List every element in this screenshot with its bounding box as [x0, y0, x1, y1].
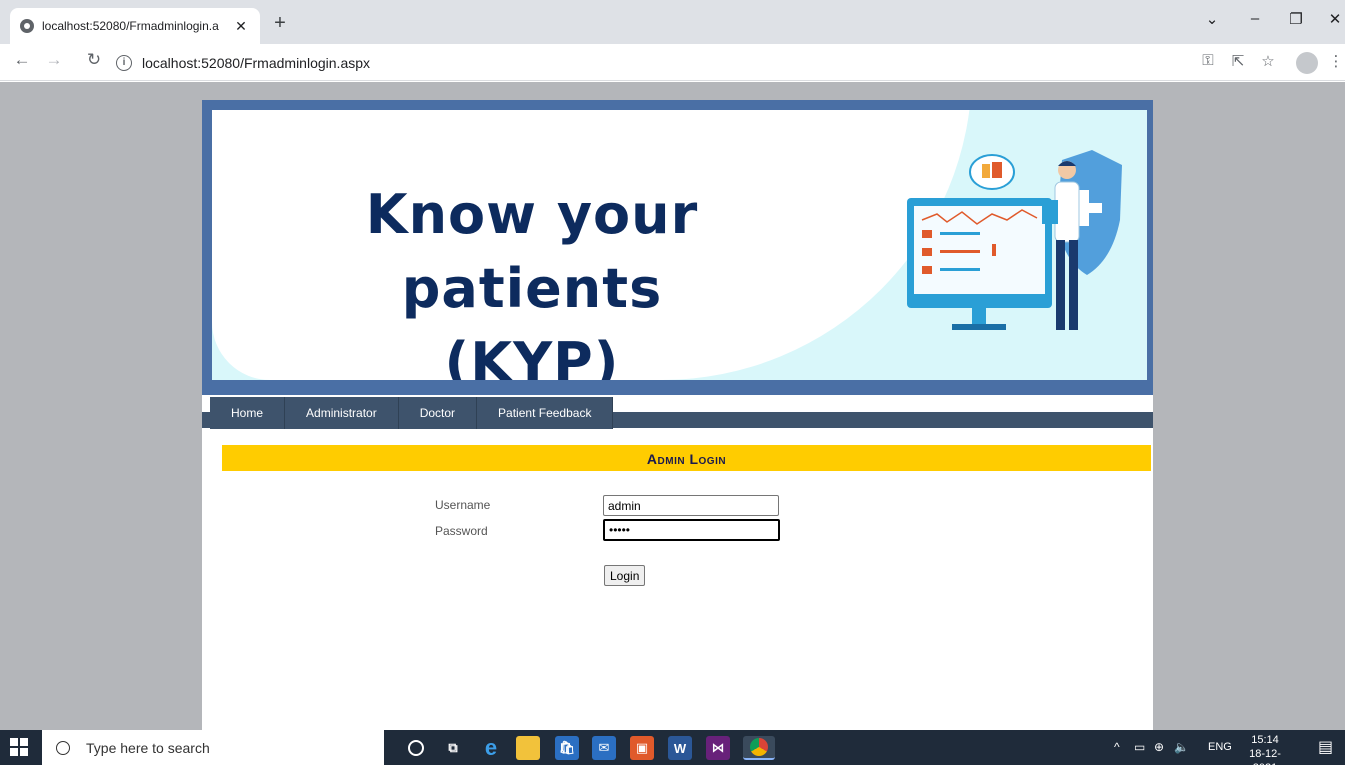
username-label: Username: [435, 498, 491, 512]
tray-arrow-icon[interactable]: ^: [1114, 740, 1120, 754]
share-icon[interactable]: ⇱: [1226, 52, 1250, 70]
tab-search-icon[interactable]: ⌄: [1197, 10, 1227, 28]
nav-home[interactable]: Home: [210, 397, 286, 429]
page-viewport: Know your patients (KYP) Home Administra…: [0, 82, 1345, 730]
username-input[interactable]: [603, 495, 779, 516]
back-icon[interactable]: ←: [10, 50, 34, 70]
site-container: Know your patients (KYP) Home Administra…: [202, 100, 1153, 730]
battery-icon[interactable]: ▭: [1134, 740, 1145, 754]
word-icon[interactable]: W: [668, 736, 692, 760]
password-label: Password: [435, 524, 488, 538]
minimize-icon[interactable]: –: [1240, 10, 1270, 27]
clock[interactable]: 15:14 18-12-2021: [1240, 733, 1290, 765]
nav-doctor[interactable]: Doctor: [398, 397, 478, 429]
browser-tab[interactable]: localhost:52080/Frmadminlogin.a ✕: [10, 8, 260, 44]
login-button[interactable]: Login: [604, 565, 646, 586]
nav-patient-feedback[interactable]: Patient Feedback: [477, 397, 614, 429]
notification-icon[interactable]: ▤: [1318, 737, 1333, 757]
windows-start-icon[interactable]: [10, 738, 30, 758]
browser-toolbar: ← → ↻ i localhost:52080/Frmadminlogin.as…: [0, 44, 1345, 81]
site-title: Know your patients (KYP): [365, 183, 699, 380]
globe-icon: [20, 19, 34, 33]
file-explorer-icon[interactable]: [516, 736, 540, 760]
profile-avatar[interactable]: [1296, 52, 1318, 74]
volume-icon[interactable]: 🔈: [1174, 740, 1189, 754]
restore-icon[interactable]: ❐: [1281, 10, 1311, 28]
network-icon[interactable]: ⊕: [1154, 740, 1164, 754]
new-tab-button[interactable]: +: [268, 12, 292, 35]
language-indicator[interactable]: ENG: [1208, 741, 1232, 753]
url-text: localhost:52080/Frmadminlogin.aspx: [142, 54, 371, 71]
main-nav: Home Administrator Doctor Patient Feedba…: [210, 397, 614, 429]
admin-login-heading: Admin Login: [222, 445, 1151, 471]
close-window-icon[interactable]: ✕: [1320, 10, 1345, 28]
office-icon[interactable]: ▣: [630, 736, 654, 760]
menu-dots-icon[interactable]: ⋮: [1324, 52, 1345, 70]
address-bar[interactable]: i localhost:52080/Frmadminlogin.aspx: [116, 48, 1176, 77]
search-placeholder: Type here to search: [86, 739, 210, 756]
bookmark-star-icon[interactable]: ☆: [1256, 52, 1280, 70]
tab-close-icon[interactable]: ✕: [232, 18, 250, 35]
windows-taskbar: Type here to search ⧉ e 🛍 ✉ ▣ W ⋈ ^ ▭ ⊕ …: [0, 730, 1345, 765]
banner: Know your patients (KYP): [212, 110, 1147, 380]
task-view-icon[interactable]: ⧉: [441, 736, 465, 760]
mail-icon[interactable]: ✉: [592, 736, 616, 760]
browser-tab-strip: localhost:52080/Frmadminlogin.a ✕ + ⌄ – …: [0, 0, 1345, 44]
nav-administrator[interactable]: Administrator: [285, 397, 399, 429]
reload-icon[interactable]: ↻: [82, 50, 106, 70]
forward-icon[interactable]: →: [42, 50, 66, 70]
doctor-illustration: [907, 150, 1122, 330]
banner-frame: Know your patients (KYP): [202, 100, 1153, 395]
store-icon[interactable]: 🛍: [555, 736, 579, 760]
password-input[interactable]: [603, 519, 780, 541]
search-icon: [56, 740, 70, 755]
info-icon[interactable]: i: [116, 54, 132, 71]
edge-icon[interactable]: e: [479, 735, 503, 760]
visual-studio-icon[interactable]: ⋈: [706, 736, 730, 760]
taskbar-search[interactable]: Type here to search: [42, 730, 384, 765]
tab-title: localhost:52080/Frmadminlogin.a: [42, 19, 219, 33]
chrome-icon[interactable]: [743, 736, 775, 760]
cortana-icon[interactable]: [408, 740, 424, 756]
key-icon[interactable]: ⚿: [1196, 52, 1220, 69]
